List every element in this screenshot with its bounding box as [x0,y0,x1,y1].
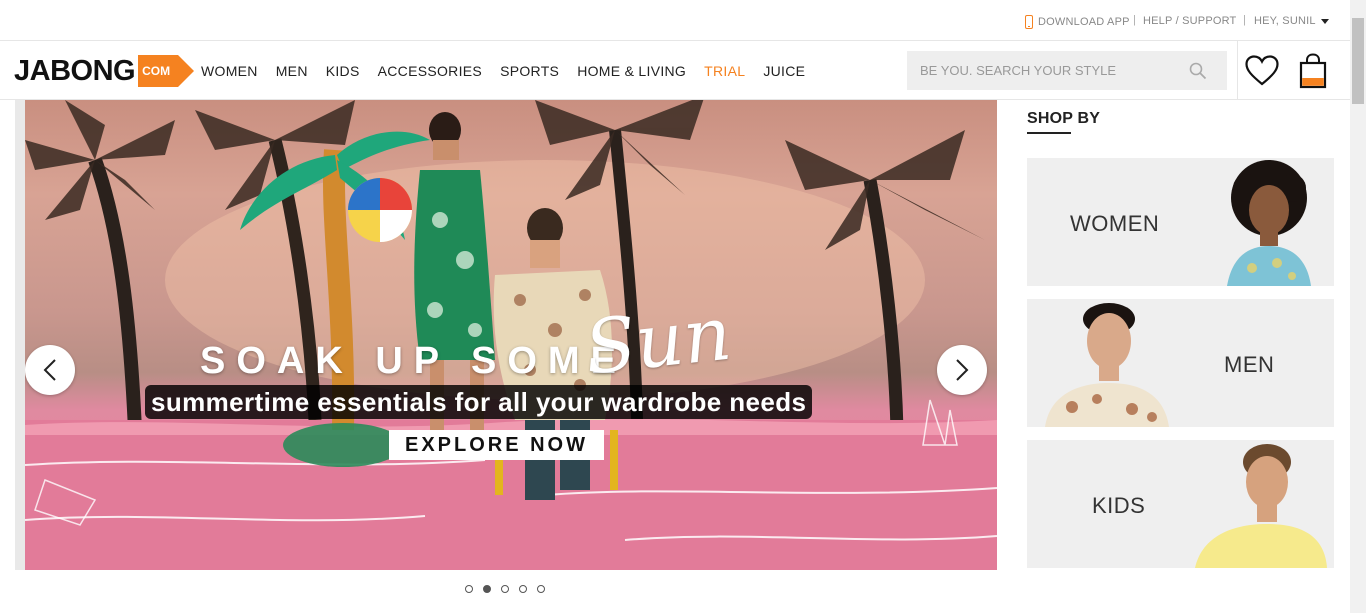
chevron-right-icon [956,359,969,381]
shop-by-underline [1027,132,1071,134]
category-label-kids: KIDS [1092,493,1146,518]
explore-now-button[interactable]: EXPLORE NOW [389,430,604,460]
hero-script-word: Sun [580,290,736,392]
shop-by-men-card[interactable]: MEN [1027,299,1334,427]
carousel-next-button[interactable] [937,345,987,395]
phone-icon [1025,15,1033,29]
jabong-logo[interactable]: JABONG COM [14,55,195,87]
nav-accessories[interactable]: ACCESSORIES [378,63,482,79]
search-bar [907,51,1227,90]
carousel-dot-1[interactable] [465,585,473,593]
shop-by-kids-card[interactable]: KIDS [1027,440,1334,568]
shop-by-heading: SHOP BY [1027,110,1101,127]
nav-women[interactable]: WOMEN [201,63,258,79]
nav-home-living[interactable]: HOME & LIVING [577,63,686,79]
caret-down-icon [1320,18,1329,24]
help-support-link[interactable]: HELP / SUPPORT [1143,15,1236,27]
nav-juice[interactable]: JUICE [763,63,805,79]
hero-banner[interactable]: SOAK UP SOME Sun summertime essentials f… [25,100,997,570]
search-input[interactable] [907,51,1177,90]
kids-model-image [1195,444,1327,568]
heart-icon[interactable] [1245,55,1279,87]
main-nav: WOMEN MEN KIDS ACCESSORIES SPORTS HOME &… [201,63,823,79]
nav-kids[interactable]: KIDS [326,63,360,79]
help-support-label: HELP / SUPPORT [1143,15,1237,27]
top-utility-bar: DOWNLOAD APP | HELP / SUPPORT | HEY, SUN… [0,0,1350,41]
shopping-bag-icon[interactable] [1299,53,1327,89]
main-header: JABONG COM WOMEN MEN KIDS ACCESSORIES SP… [0,41,1350,100]
download-app-link[interactable]: DOWNLOAD APP [1025,15,1130,29]
header-divider [1237,41,1238,99]
divider: | [1243,14,1247,26]
logo-com-badge: COM [138,55,195,87]
download-app-label: DOWNLOAD APP [1038,16,1130,28]
shop-by-women-card[interactable]: WOMEN [1027,158,1334,286]
user-greeting: HEY, SUNIL [1254,15,1316,27]
scrollbar-thumb[interactable] [1352,18,1364,104]
category-label-women: WOMEN [1070,211,1160,236]
women-model-image [1227,160,1311,286]
logo-text: JABONG [14,55,136,87]
carousel-dot-4[interactable] [519,585,527,593]
carousel-dot-3[interactable] [501,585,509,593]
nav-sports[interactable]: SPORTS [500,63,559,79]
nav-men[interactable]: MEN [276,63,308,79]
carousel-dots [465,585,555,593]
carousel-dot-5[interactable] [537,585,545,593]
nav-trial[interactable]: TRIAL [704,63,745,79]
carousel-prev-button[interactable] [25,345,75,395]
hero-title: SOAK UP SOME [200,340,627,382]
hero-scene-illustration [25,100,997,570]
user-menu[interactable]: HEY, SUNIL [1254,15,1329,27]
search-icon[interactable] [1189,62,1207,80]
category-label-men: MEN [1224,352,1275,377]
hero-subtitle: summertime essentials for all your wardr… [145,385,813,419]
chevron-left-icon [43,359,56,381]
carousel-dot-2[interactable] [483,585,491,593]
hero-carousel: SOAK UP SOME Sun summertime essentials f… [15,100,997,570]
divider: | [1133,14,1137,26]
page-scrollbar[interactable] [1350,0,1366,613]
men-model-image [1045,303,1169,427]
